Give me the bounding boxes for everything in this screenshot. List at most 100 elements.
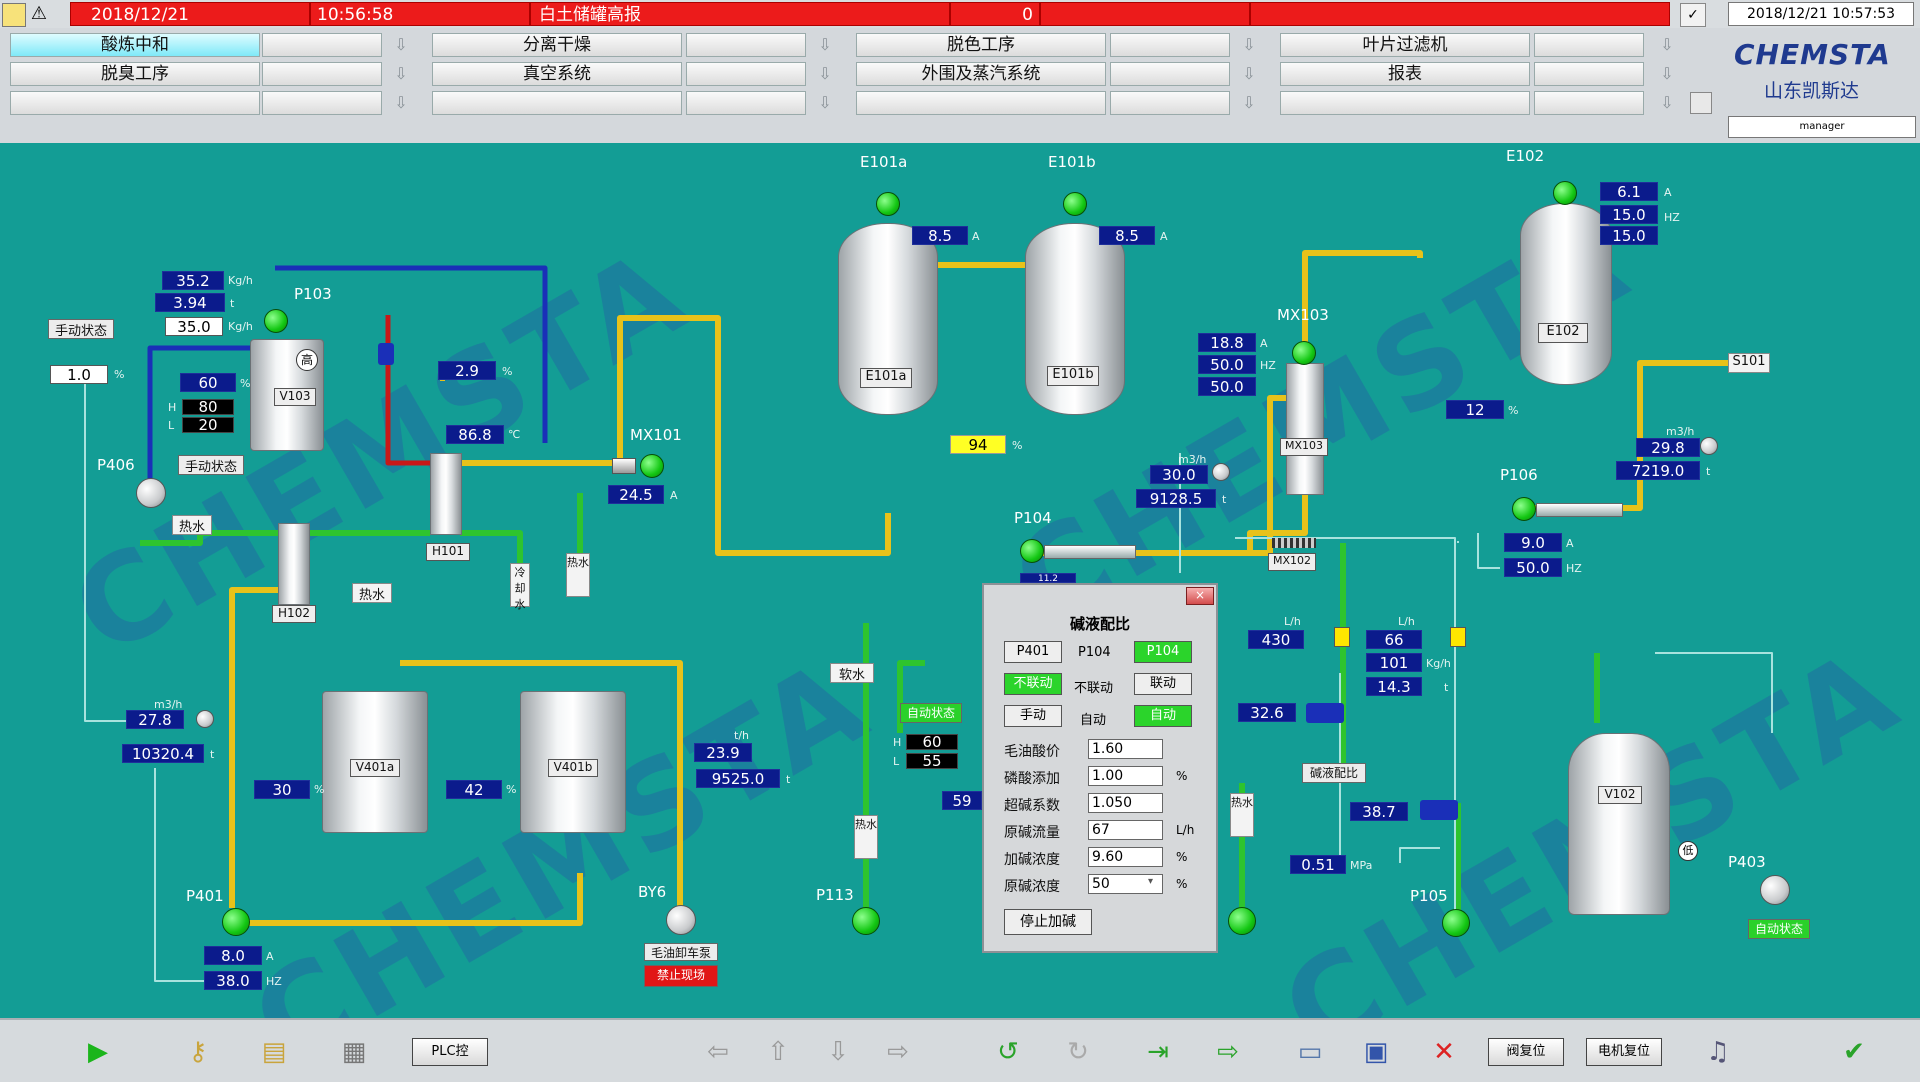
export-icon[interactable]: ⇨ [1210,1034,1246,1070]
unlinked-button[interactable]: 不联动 [1004,673,1062,695]
control-valve[interactable] [378,343,394,365]
valve-reset-button[interactable]: 阀复位 [1488,1038,1564,1066]
arrow-up-icon[interactable]: ⇧ [760,1034,796,1070]
down-arrow-icon[interactable]: ⇩ [390,34,412,56]
manual-state-button[interactable]: 手动状态 [48,319,114,339]
notepad-icon[interactable]: ▤ [256,1034,292,1070]
down-arrow-icon[interactable]: ⇩ [1656,92,1678,114]
play-icon[interactable]: ▶ [80,1034,116,1070]
solenoid-valve-icon[interactable] [1334,627,1350,647]
alkali-ratio-button[interactable]: 碱液配比 [1302,763,1366,783]
v103-high-limit[interactable]: 80 [182,399,234,415]
excess-alkali-input[interactable]: 1.050 [1088,793,1163,813]
heat-exchanger-h102[interactable] [278,523,310,605]
nav-decolor[interactable]: 脱色工序 [856,33,1106,57]
hot-water-p102[interactable]: 热水 [1230,793,1254,837]
manual-state-button-2[interactable]: 手动状态 [178,455,244,475]
flowmeter-icon[interactable] [196,710,214,728]
mixer-motor-mx101[interactable] [640,454,664,478]
manual-button[interactable]: 手动 [1004,705,1062,727]
nav-seg[interactable] [1110,62,1230,86]
heat-exchanger-h101[interactable] [430,453,462,535]
nav-empty-3[interactable] [856,91,1106,115]
p103-setpoint[interactable]: 35.0 [165,317,223,336]
linked-button[interactable]: 联动 [1134,673,1192,695]
crude-acid-input[interactable]: 1.60 [1088,739,1163,759]
p401-button[interactable]: P401 [1004,641,1062,663]
nav-empty-2[interactable] [432,91,682,115]
nav-seg[interactable] [686,91,806,115]
nav-empty-1[interactable] [10,91,260,115]
pump-motor-p104[interactable] [1020,539,1044,563]
arrow-left-icon[interactable]: ⇦ [700,1034,736,1070]
down-arrow-icon[interactable]: ⇩ [1238,34,1260,56]
agitator-motor-e101a[interactable] [876,192,900,216]
hot-water-outlet[interactable]: 热水 [352,583,392,603]
raw-alkali-flow-input[interactable]: 67 [1088,820,1163,840]
nav-report[interactable]: 报表 [1280,62,1530,86]
nav-leaf-filter[interactable]: 叶片过滤机 [1280,33,1530,57]
phosphoric-input[interactable]: 1.00 [1088,766,1163,786]
pump-motor-p401[interactable] [222,908,250,936]
key-icon[interactable]: ⚷ [180,1034,216,1070]
motor-reset-button[interactable]: 电机复位 [1586,1038,1662,1066]
auto-state-button[interactable]: 自动状态 [900,703,962,723]
undo-icon[interactable]: ↺ [990,1034,1026,1070]
nav-vacuum[interactable]: 真空系统 [432,62,682,86]
nav-seg[interactable] [262,91,382,115]
down-arrow-icon[interactable]: ⇩ [1238,63,1260,85]
plc-control-button[interactable]: PLC控 [412,1038,488,1066]
vessel-v102[interactable] [1568,733,1670,915]
pump-motor-p102[interactable] [1228,907,1256,935]
open-file-icon[interactable]: ▭ [1292,1034,1328,1070]
pump-by6[interactable] [666,905,696,935]
pump-motor-p105[interactable] [1442,909,1470,937]
down-arrow-icon[interactable]: ⇩ [814,34,836,56]
warning-icon[interactable]: ⚠ [28,3,50,25]
down-arrow-icon[interactable]: ⇩ [390,92,412,114]
alarm-list-icon[interactable] [2,3,26,27]
hot-water-p113[interactable]: 热水 [854,815,878,859]
pump-p406[interactable] [136,478,166,508]
stop-alkali-button[interactable]: 停止加碱 [1004,909,1092,935]
sound-icon[interactable]: ♫ [1700,1034,1736,1070]
down-arrow-icon[interactable]: ⇩ [1238,92,1260,114]
nav-seg[interactable] [686,62,806,86]
control-valve[interactable] [1306,703,1344,723]
cooling-water[interactable]: 冷却水 [510,563,530,611]
document-icon[interactable]: ▦ [336,1034,372,1070]
user-icon[interactable] [1690,92,1712,114]
auto-high-limit[interactable]: 60 [906,734,958,750]
down-arrow-icon[interactable]: ⇩ [814,92,836,114]
hot-water-up[interactable]: 热水 [566,553,590,597]
v103-low-limit[interactable]: 20 [182,417,234,433]
nav-seg[interactable] [262,33,382,57]
down-arrow-icon[interactable]: ⇩ [1656,63,1678,85]
vessel-e101b[interactable] [1025,223,1125,415]
alarm-ack-icon[interactable]: ✓ [1680,3,1706,27]
nav-seg[interactable] [262,62,382,86]
down-arrow-icon[interactable]: ⇩ [814,63,836,85]
added-concentration-input[interactable]: 9.60 [1088,847,1163,867]
mixer-motor-mx103[interactable] [1292,341,1316,365]
pump-p104[interactable] [1044,545,1136,559]
crude-oil-unload-pump[interactable]: 毛油卸车泵 [644,943,718,961]
redo-icon[interactable]: ↻ [1060,1034,1096,1070]
mixer-mx103[interactable] [1286,363,1324,495]
nav-seg[interactable] [686,33,806,57]
pump-motor-p113[interactable] [852,907,880,935]
down-arrow-icon[interactable]: ⇩ [390,63,412,85]
p406-percent[interactable]: 1.0 [50,365,108,384]
outlet-s101[interactable]: S101 [1728,353,1770,373]
pump-p403[interactable] [1760,875,1790,905]
pump-p106[interactable] [1536,503,1623,517]
auto-low-limit[interactable]: 55 [906,753,958,769]
hot-water-inlet[interactable]: 热水 [172,515,212,535]
close-icon[interactable]: × [1186,587,1214,605]
p104-button[interactable]: P104 [1134,641,1192,663]
down-arrow-icon[interactable]: ⇩ [1656,34,1678,56]
alarm-message[interactable]: 白土储罐高报 [530,2,950,26]
vessel-e102[interactable] [1520,203,1612,385]
nav-deodorize[interactable]: 脱臭工序 [10,62,260,86]
save-icon[interactable]: ▣ [1358,1034,1394,1070]
